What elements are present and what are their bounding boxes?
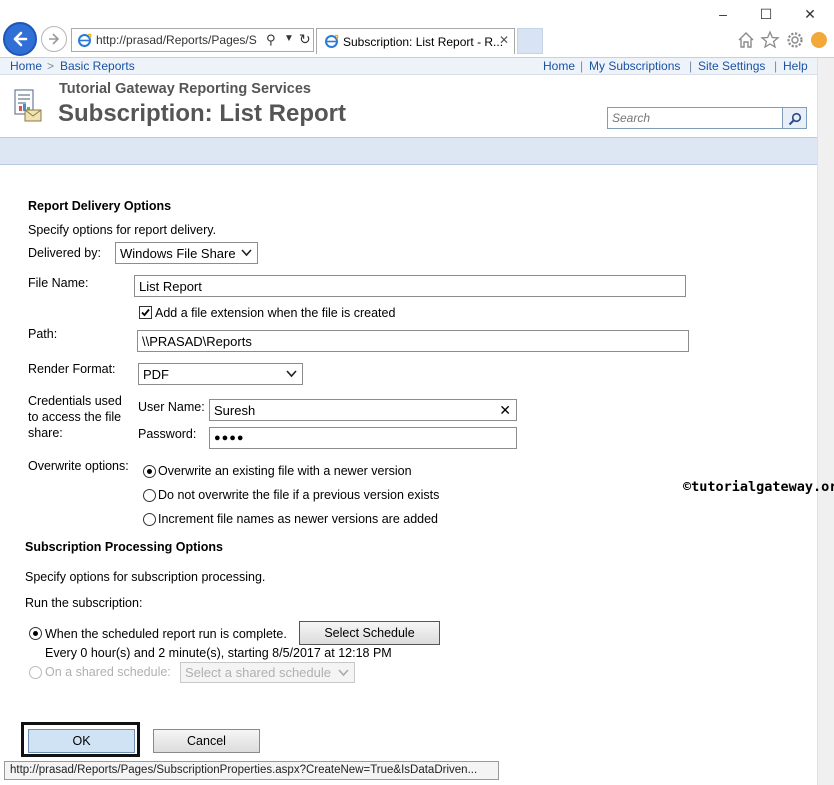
favorites-star-icon[interactable]: [760, 30, 780, 50]
browser-chrome: – ☐ ✕ http://prasad/Reports/Pages/S ⚲ ▼ …: [0, 0, 834, 58]
maximize-button[interactable]: ☐: [757, 6, 775, 22]
render-format-label: Render Format:: [28, 362, 116, 376]
search-icon[interactable]: ⚲: [266, 32, 276, 48]
schedule-description: Every 0 hour(s) and 2 minute(s), startin…: [45, 646, 392, 660]
page-title: Subscription: List Report: [58, 100, 346, 127]
delivered-by-label: Delivered by:: [28, 246, 101, 260]
nav-help-link[interactable]: Help: [783, 59, 808, 73]
nav-separator: |: [580, 59, 584, 73]
username-input[interactable]: Suresh ✕: [209, 399, 517, 421]
chevron-down-icon: [286, 370, 297, 378]
forward-button[interactable]: [41, 26, 67, 52]
address-bar[interactable]: http://prasad/Reports/Pages/S ⚲ ▼ ↻: [71, 28, 314, 52]
increment-option-label: Increment file names as newer versions a…: [158, 512, 439, 526]
overwrite-option-label: Overwrite an existing file with a newer …: [158, 464, 412, 478]
password-input[interactable]: ●●●●: [209, 427, 517, 449]
ie-page-icon: [78, 33, 92, 47]
increment-radio[interactable]: [143, 513, 156, 526]
add-extension-label: Add a file extension when the file is cr…: [155, 306, 396, 320]
overwrite-label: Overwrite options:: [28, 459, 129, 473]
refresh-icon[interactable]: ↻: [299, 31, 311, 48]
chevron-down-icon[interactable]: ▼: [284, 33, 294, 44]
home-icon[interactable]: [736, 30, 756, 50]
nav-site-settings-link[interactable]: Site Settings: [698, 59, 765, 73]
report-subscription-icon: [14, 89, 42, 122]
scheduled-run-radio[interactable]: [29, 627, 42, 640]
forward-arrow-icon: [49, 33, 60, 45]
shared-schedule-label: On a shared schedule:: [45, 665, 171, 679]
no-overwrite-option-label: Do not overwrite the file if a previous …: [158, 488, 440, 502]
search-icon: [788, 112, 802, 126]
nav-separator: |: [689, 59, 693, 73]
back-button[interactable]: [3, 22, 37, 56]
no-overwrite-radio[interactable]: [143, 489, 156, 502]
back-arrow-icon: [13, 31, 28, 47]
new-tab-button[interactable]: [517, 28, 543, 54]
password-label: Password:: [138, 427, 197, 441]
browser-tab[interactable]: Subscription: List Report - R... ✕: [316, 28, 515, 54]
delivery-instructions: Specify options for report delivery.: [28, 223, 217, 237]
page-header: Tutorial Gateway Reporting Services Subs…: [0, 76, 834, 136]
address-url[interactable]: http://prasad/Reports/Pages/S: [96, 33, 264, 47]
processing-section-title: Subscription Processing Options: [25, 540, 223, 554]
chevron-down-icon: [241, 249, 252, 257]
delivered-by-value: Windows File Share: [120, 246, 236, 261]
scheduled-run-label: When the scheduled report run is complet…: [45, 627, 287, 641]
path-input[interactable]: \\PRASAD\Reports: [137, 330, 689, 352]
breadcrumb-home[interactable]: Home: [10, 59, 42, 73]
gear-icon[interactable]: [785, 30, 805, 50]
processing-instructions: Specify options for subscription process…: [25, 570, 266, 584]
render-format-select[interactable]: PDF: [138, 363, 303, 385]
status-bar-url: http://prasad/Reports/Pages/Subscription…: [4, 761, 499, 780]
chevron-down-icon: [338, 669, 349, 677]
breadcrumb-separator: >: [47, 59, 55, 73]
overwrite-radio[interactable]: [143, 465, 156, 478]
close-window-button[interactable]: ✕: [801, 6, 819, 22]
shared-schedule-radio[interactable]: [29, 666, 42, 679]
render-format-value: PDF: [143, 367, 169, 382]
tab-title: Subscription: List Report - R...: [343, 35, 504, 49]
vertical-scrollbar[interactable]: [817, 58, 834, 785]
nav-home-link[interactable]: Home: [543, 59, 575, 73]
username-label: User Name:: [138, 400, 205, 414]
select-schedule-button[interactable]: Select Schedule: [299, 621, 440, 645]
file-name-label: File Name:: [28, 276, 89, 290]
search-field[interactable]: [607, 107, 783, 129]
feedback-smiley-icon[interactable]: [809, 30, 829, 50]
credentials-label: Credentials used to access the file shar…: [28, 394, 122, 440]
toolbar-band: [0, 137, 834, 165]
watermark: ©tutorialgateway.org: [683, 479, 834, 495]
cancel-button[interactable]: Cancel: [153, 729, 260, 753]
shared-schedule-select[interactable]: Select a shared schedule: [180, 662, 355, 683]
username-value: Suresh: [214, 403, 256, 418]
breadcrumb-basic-reports[interactable]: Basic Reports: [60, 59, 135, 73]
close-tab-icon[interactable]: ✕: [499, 33, 509, 47]
shared-schedule-value: Select a shared schedule: [185, 665, 331, 680]
search-input[interactable]: [608, 108, 782, 128]
delivered-by-select[interactable]: Windows File Share: [115, 242, 258, 264]
nav-separator: |: [774, 59, 778, 73]
file-name-input[interactable]: List Report: [134, 275, 686, 297]
site-name: Tutorial Gateway Reporting Services: [59, 81, 311, 97]
path-label: Path:: [28, 327, 58, 341]
clear-input-icon[interactable]: ✕: [499, 402, 511, 419]
top-navigation: Home > Basic Reports Home | My Subscript…: [0, 58, 834, 75]
search-button[interactable]: [783, 107, 807, 129]
add-extension-checkbox[interactable]: [139, 306, 152, 319]
ie-tab-icon: [325, 34, 339, 48]
run-subscription-label: Run the subscription:: [25, 596, 143, 610]
checkmark-icon: [141, 308, 150, 317]
minimize-button[interactable]: –: [714, 6, 732, 22]
ok-button[interactable]: OK: [28, 729, 135, 753]
nav-my-subscriptions-link[interactable]: My Subscriptions: [589, 59, 680, 73]
delivery-section-title: Report Delivery Options: [28, 199, 172, 213]
